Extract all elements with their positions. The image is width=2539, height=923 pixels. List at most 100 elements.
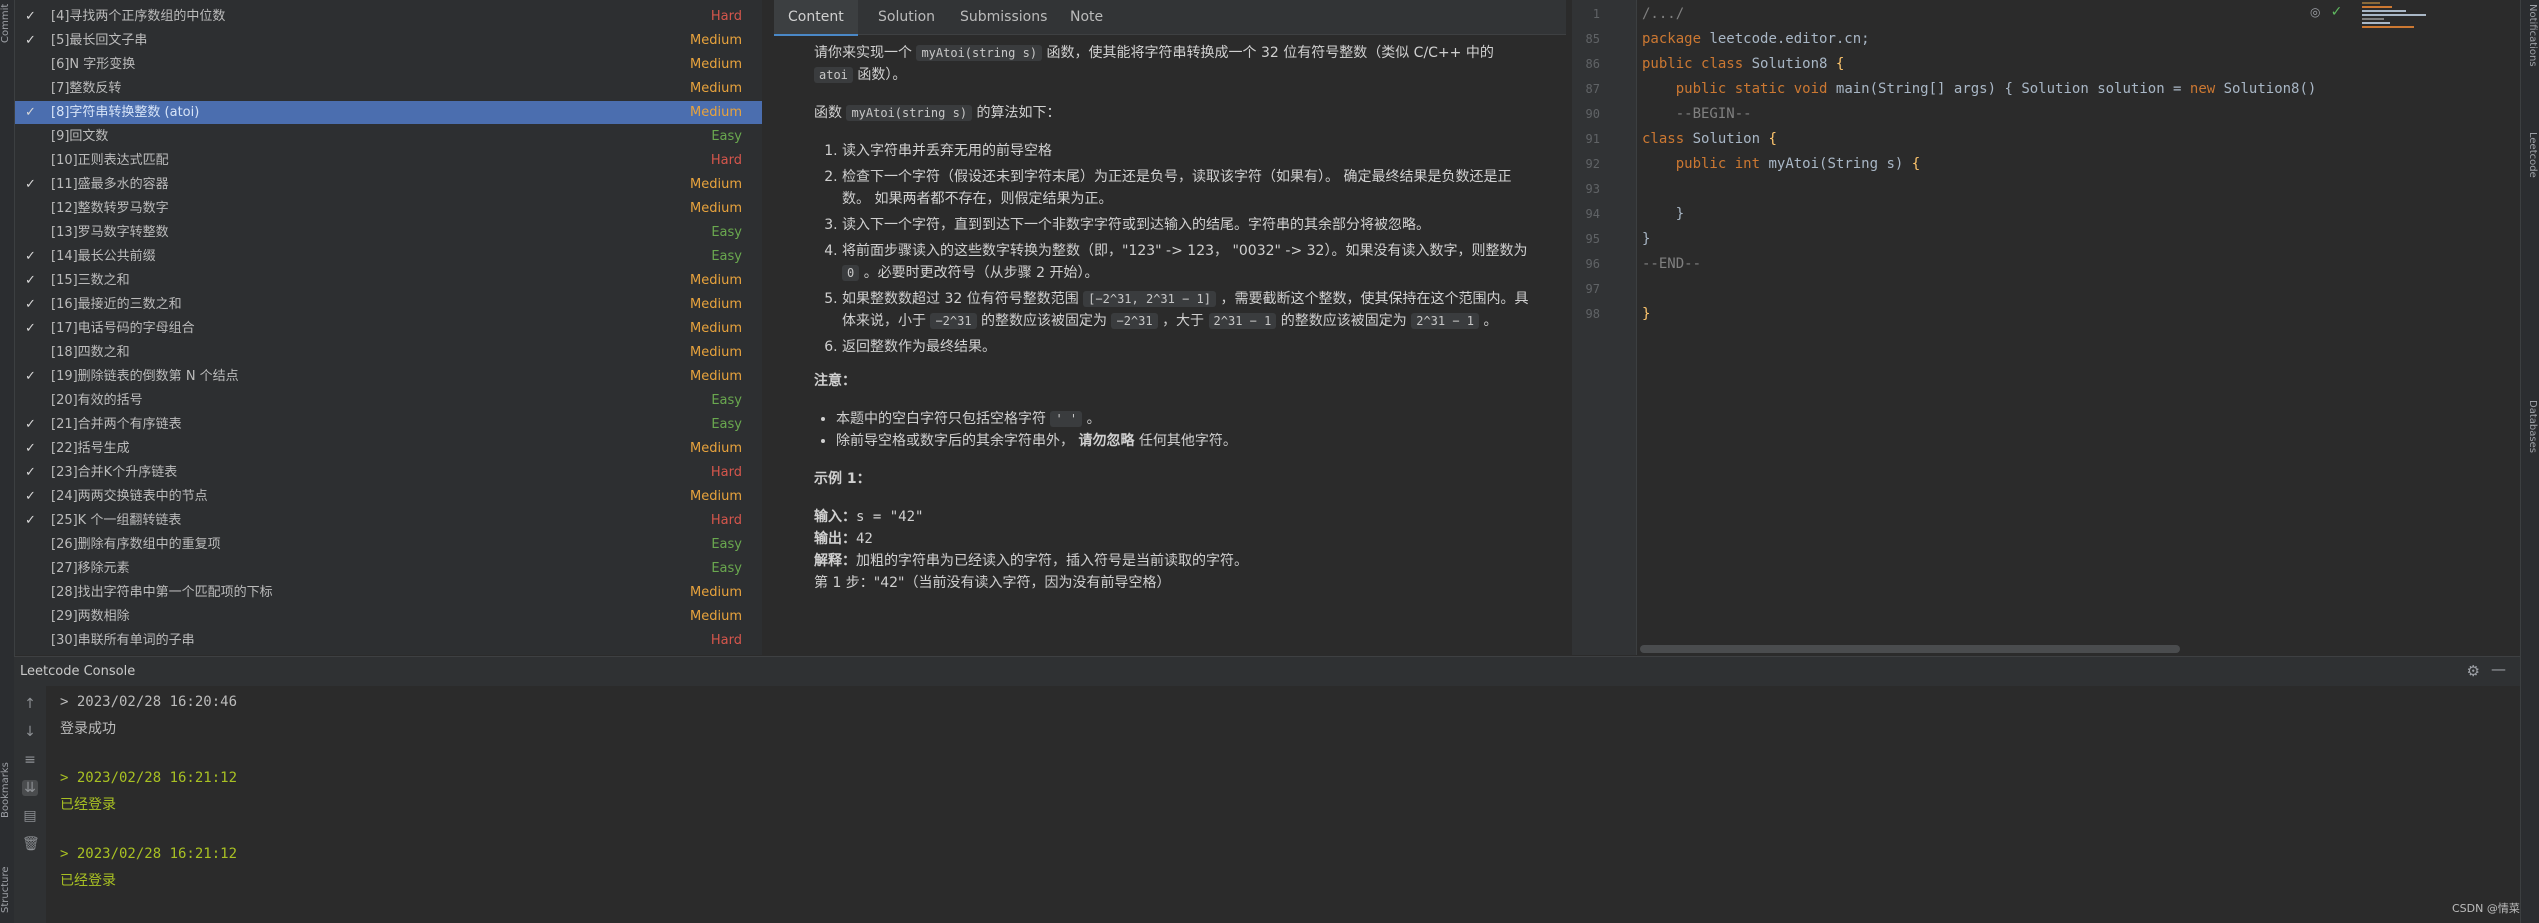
code-line[interactable]: /.../ xyxy=(1642,2,1684,26)
problem-row[interactable]: ✓ [17]电话号码的字母组合 Medium xyxy=(15,317,762,340)
difficulty-badge: Medium xyxy=(690,489,742,504)
console-toolbar: ↑ ↓ ≡ ⇊ ▤ 🗑 xyxy=(14,686,46,923)
problem-row[interactable]: ✓ [11]盛最多水的容器 Medium xyxy=(15,173,762,196)
problem-row[interactable]: ✓ [19]删除链表的倒数第 N 个结点 Medium xyxy=(15,365,762,388)
solved-check-icon: ✓ xyxy=(25,465,36,480)
problem-row[interactable]: [26]删除有序数组中的重复项 Easy xyxy=(15,533,762,556)
note2-text-a: 除前导空格或数字后的其余字符串外， xyxy=(836,433,1074,449)
code-line[interactable]: public class Solution8 { xyxy=(1642,52,1844,76)
solved-check-icon: ✓ xyxy=(25,273,36,288)
step5-text-f: 。 xyxy=(1483,313,1498,329)
trash-icon[interactable]: 🗑 xyxy=(22,836,40,852)
code-line[interactable]: } xyxy=(1642,202,1684,226)
problem-row[interactable]: [18]四数之和 Medium xyxy=(15,341,762,364)
problem-row[interactable]: ✓ [15]三数之和 Medium xyxy=(15,269,762,292)
problem-title: [18]四数之和 xyxy=(51,345,130,360)
difficulty-badge: Medium xyxy=(690,177,742,192)
step-3: 读入下一个字符，直到到达下一个非数字字符或到达输入的结尾。字符串的其余部分将被忽… xyxy=(842,214,1534,236)
editor-inspection-widget[interactable]: ◎ ✓ xyxy=(2310,4,2342,20)
note2-text-b: 任何其他字符。 xyxy=(1138,433,1237,449)
code-line[interactable]: public int myAtoi(String s) { xyxy=(1642,152,1920,176)
console-line: 登录成功 xyxy=(60,721,116,737)
problem-row[interactable]: ✓ [21]合并两个有序链表 Easy xyxy=(15,413,762,436)
problem-row[interactable]: [13]罗马数字转整数 Easy xyxy=(15,221,762,244)
problem-list-scrollbar[interactable] xyxy=(763,0,773,655)
problem-title: [4]寻找两个正序数组的中位数 xyxy=(51,9,226,24)
eye-off-icon[interactable]: ◎ xyxy=(2310,5,2320,19)
code-line[interactable]: --END-- xyxy=(1642,252,1701,276)
minimize-icon[interactable]: — xyxy=(2491,660,2506,678)
bookmarks-tool-label[interactable]: Bookmarks xyxy=(0,760,14,820)
code-line[interactable]: --BEGIN-- xyxy=(1642,102,1752,126)
line-number: 87 xyxy=(1585,82,1600,96)
soft-wrap-icon[interactable]: ≡ xyxy=(22,752,38,768)
solved-check-icon: ✓ xyxy=(25,105,36,120)
problem-row[interactable]: [7]整数反转 Medium xyxy=(15,77,762,100)
code-line[interactable]: } xyxy=(1642,302,1650,326)
structure-tool-label[interactable]: Structure xyxy=(0,862,14,918)
problem-row[interactable]: ✓ [22]括号生成 Medium xyxy=(15,437,762,460)
tab-solution[interactable]: Solution xyxy=(864,0,949,34)
problem-title: [11]盛最多水的容器 xyxy=(51,177,169,192)
gear-icon[interactable]: ⚙ xyxy=(2467,662,2480,680)
algorithm-steps: 读入字符串并丢弃无用的前导空格 检查下一个字符（假设还未到字符末尾）为正还是负号… xyxy=(814,140,1534,358)
problem-row[interactable]: ✓ [23]合并K个升序链表 Hard xyxy=(15,461,762,484)
example-title: 示例 1： xyxy=(814,471,871,487)
tab-submissions[interactable]: Submissions xyxy=(946,0,1061,34)
algo-func-code: myAtoi(string s) xyxy=(846,105,973,121)
problem-row[interactable]: [27]移除元素 Easy xyxy=(15,557,762,580)
problem-row[interactable]: ✓ [4]寻找两个正序数组的中位数 Hard xyxy=(15,5,762,28)
problem-row[interactable]: [20]有效的括号 Easy xyxy=(15,389,762,412)
arrow-down-icon[interactable]: ↓ xyxy=(22,724,38,740)
editor-minimap[interactable] xyxy=(2362,0,2442,40)
step5-min2-code: −2^31 xyxy=(1111,313,1158,329)
difficulty-badge: Hard xyxy=(710,513,742,528)
console-title: Leetcode Console xyxy=(20,664,136,679)
tab-content[interactable]: Content xyxy=(774,0,858,36)
problem-title: [22]括号生成 xyxy=(51,441,130,456)
editor-gutter: 1 85 86 87 90 91 92 93 94 95 96 97 98 xyxy=(1572,0,1637,655)
problem-row[interactable]: [6]N 字形变换 Medium xyxy=(15,53,762,76)
problem-row[interactable]: ✓ [5]最长回文子串 Medium xyxy=(15,29,762,52)
console-line: > 2023/02/28 16:21:12 xyxy=(60,770,238,786)
step-5: 如果整数数超过 32 位有符号整数范围 [−2^31, 2^31 − 1] ，需… xyxy=(842,288,1534,332)
code-line[interactable]: public static void main(String[] args) {… xyxy=(1642,77,2317,101)
tab-note[interactable]: Note xyxy=(1056,0,1117,34)
difficulty-badge: Hard xyxy=(710,153,742,168)
solved-check-icon: ✓ xyxy=(25,417,36,432)
problem-row[interactable]: [10]正则表达式匹配 Hard xyxy=(15,149,762,172)
problem-title: [30]串联所有单词的子串 xyxy=(51,633,195,648)
problem-row[interactable]: [30]串联所有单词的子串 Hard xyxy=(15,629,762,652)
difficulty-badge: Medium xyxy=(690,57,742,72)
code-line[interactable]: package leetcode.editor.cn; xyxy=(1642,27,1870,51)
problem-row[interactable]: ✓ [14]最长公共前缀 Easy xyxy=(15,245,762,268)
difficulty-badge: Easy xyxy=(711,225,742,240)
console-line: > 2023/02/28 16:20:46 xyxy=(60,694,238,710)
problem-row[interactable]: [9]回文数 Easy xyxy=(15,125,762,148)
databases-tool-label[interactable]: Databases xyxy=(2522,400,2538,453)
scroll-to-end-icon[interactable]: ⇊ xyxy=(22,780,38,796)
problem-title: [7]整数反转 xyxy=(51,81,122,96)
code-editor[interactable]: 1 85 86 87 90 91 92 93 94 95 96 97 98 /.../package l… xyxy=(1572,0,2520,655)
check-icon[interactable]: ✓ xyxy=(2331,4,2343,20)
problem-row[interactable]: [12]整数转罗马数字 Medium xyxy=(15,197,762,220)
problem-row[interactable]: ✓ [8]字符串转换整数 (atoi) Medium xyxy=(15,101,762,124)
code-line[interactable]: class Solution { xyxy=(1642,127,1777,151)
arrow-up-icon[interactable]: ↑ xyxy=(22,696,38,712)
problem-row[interactable]: ✓ [24]两两交换链表中的节点 Medium xyxy=(15,485,762,508)
explain-label: 解释： xyxy=(814,553,856,569)
problem-row[interactable]: [29]两数相除 Medium xyxy=(15,605,762,628)
commit-tool-label[interactable]: Commit xyxy=(0,2,14,44)
problem-row[interactable]: ✓ [25]K 个一组翻转链表 Hard xyxy=(15,509,762,532)
problem-row[interactable]: [28]找出字符串中第一个匹配项的下标 Medium xyxy=(15,581,762,604)
left-tool-strip: Commit Bookmarks Structure xyxy=(0,0,15,923)
notifications-tool-label[interactable]: Notifications xyxy=(2522,4,2538,67)
code-line[interactable]: } xyxy=(1642,227,1650,251)
editor-horizontal-scrollbar[interactable] xyxy=(1640,645,2180,653)
difficulty-badge: Medium xyxy=(690,609,742,624)
problem-row[interactable]: ✓ [16]最接近的三数之和 Medium xyxy=(15,293,762,316)
print-icon[interactable]: ▤ xyxy=(22,808,38,824)
leetcode-tool-label[interactable]: Leetcode xyxy=(2522,132,2538,178)
console-header: Leetcode Console ⚙ — xyxy=(14,656,2520,687)
difficulty-badge: Easy xyxy=(711,417,742,432)
